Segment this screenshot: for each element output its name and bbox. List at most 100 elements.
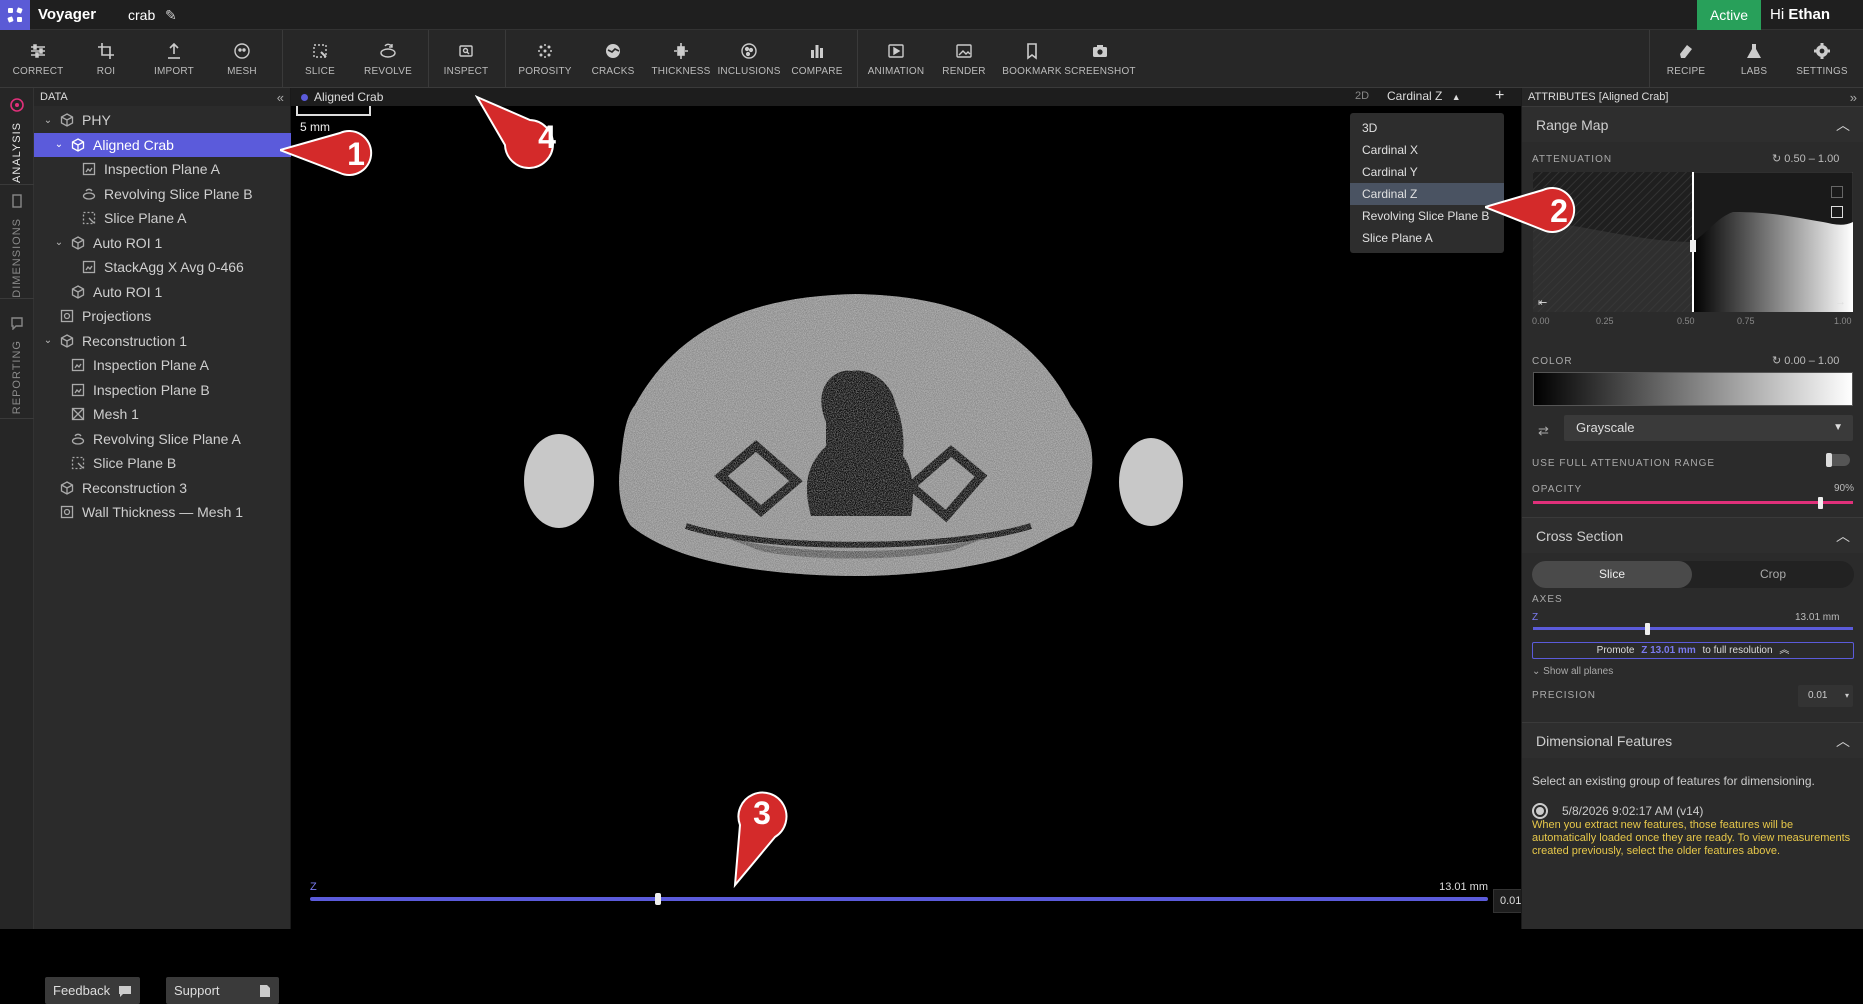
chevron-down-icon[interactable]: ⌄ <box>53 237 65 248</box>
add-view-icon[interactable]: + <box>1495 87 1504 105</box>
radio-selected-icon[interactable] <box>1532 803 1548 819</box>
rail-dimensions[interactable]: DIMENSIONS <box>0 194 34 298</box>
recipe-button[interactable]: RECIPE <box>1652 30 1720 88</box>
project-name[interactable]: crab <box>128 7 155 23</box>
correct-button[interactable]: CORRECT <box>4 30 72 88</box>
arrow-right-icon[interactable]: → <box>1835 296 1846 308</box>
colormap-select[interactable]: Grayscale ▼ <box>1564 415 1853 441</box>
animation-button[interactable]: ANIMATION <box>862 30 930 88</box>
cross-section-section-header[interactable]: Cross Section ︿ <box>1522 517 1863 553</box>
user-greeting[interactable]: Hi Ethan <box>1770 6 1830 23</box>
reset-icon[interactable]: ↻ <box>1772 153 1781 165</box>
opacity-thumb[interactable] <box>1818 497 1823 509</box>
axis-slider[interactable] <box>1533 623 1853 635</box>
tree-item[interactable]: ⌄ Aligned Crab <box>34 132 291 157</box>
edit-pencil-icon[interactable]: ✎ <box>165 7 177 24</box>
compare-button[interactable]: COMPARE <box>783 30 851 88</box>
view-option-cardinal-z[interactable]: Cardinal Z <box>1350 183 1504 205</box>
colormap-gradient[interactable] <box>1533 372 1853 406</box>
tree-item[interactable]: Reconstruction 3 <box>34 476 291 500</box>
tree-item[interactable]: Inspection Plane A <box>34 353 291 377</box>
histogram-scale-icon[interactable] <box>1831 206 1843 218</box>
tree-item[interactable]: Revolving Slice Plane A <box>34 427 291 451</box>
tree-item[interactable]: Auto ROI 1 <box>34 280 291 304</box>
full-range-toggle[interactable] <box>1826 453 1850 467</box>
precision-select[interactable]: 0.01 ▾ <box>1798 685 1853 707</box>
collapse-right-icon[interactable]: » <box>1850 90 1857 105</box>
view-option-revolving-slice-plane-b[interactable]: Revolving Slice Plane B <box>1350 205 1504 227</box>
show-all-planes-link[interactable]: ⌄ Show all planes <box>1532 666 1613 677</box>
settings-button[interactable]: SETTINGS <box>1788 30 1856 88</box>
tree-item[interactable]: StackAgg X Avg 0-466 <box>34 255 291 279</box>
inspect-button[interactable]: INSPECT <box>432 30 500 88</box>
arrow-left-end-icon[interactable]: ⇤ <box>1538 296 1547 309</box>
caret-up-icon: ▲ <box>1451 92 1461 102</box>
toolbar-divider <box>428 30 429 88</box>
swap-icon[interactable]: ⇄ <box>1538 423 1549 439</box>
revolve-button[interactable]: REVOLVE <box>354 30 422 88</box>
slice-button[interactable]: SLICE <box>286 30 354 88</box>
dimensional-features-section-header[interactable]: Dimensional Features ︿ <box>1522 722 1863 758</box>
tab-slice-label: Slice <box>1598 567 1625 581</box>
tab-slice[interactable]: Slice <box>1532 561 1692 588</box>
histogram-toggle-icon[interactable] <box>1831 186 1843 198</box>
chevron-down-icon[interactable]: ⌄ <box>42 335 54 346</box>
precision-label: PRECISION <box>1532 690 1597 701</box>
app-logo-icon[interactable] <box>0 0 30 30</box>
inclusions-button[interactable]: INCLUSIONS <box>715 30 783 88</box>
rail-reporting[interactable]: REPORTING <box>0 316 34 414</box>
mesh-button[interactable]: MESH <box>208 30 276 88</box>
view-option-cardinal-x[interactable]: Cardinal X <box>1350 139 1504 161</box>
support-button[interactable]: Support <box>166 977 279 1004</box>
chevron-up-icon: ︿ <box>1836 527 1850 544</box>
bookmark-label: BOOKMARK <box>1002 65 1062 77</box>
collapse-left-icon[interactable]: « <box>277 90 284 105</box>
cracks-icon <box>606 43 620 58</box>
porosity-button[interactable]: POROSITY <box>511 30 579 88</box>
opacity-slider[interactable] <box>1533 497 1853 509</box>
chevron-down-icon[interactable]: ⌄ <box>42 115 54 126</box>
z-slider-thumb[interactable] <box>654 893 661 905</box>
promote-button[interactable]: Promote Z 13.01 mm to full resolution ︽ <box>1532 642 1854 659</box>
tree-item[interactable]: Revolving Slice Plane B <box>34 182 291 206</box>
tree-item[interactable]: Mesh 1 <box>34 402 291 426</box>
porosity-label: POROSITY <box>518 65 572 77</box>
viewport-2d[interactable]: 5 mm 3D Cardinal X Cardinal Y Cardinal Z… <box>291 106 1547 929</box>
tree-item[interactable]: ⌄ Reconstruction 1 <box>34 329 291 353</box>
tree-item[interactable]: Inspection Plane A <box>34 157 291 181</box>
reset-icon[interactable]: ↻ <box>1772 355 1781 367</box>
chevron-down-icon[interactable]: ⌄ <box>53 139 65 150</box>
screenshot-button[interactable]: SCREENSHOT <box>1064 30 1136 88</box>
rail-divider <box>0 418 34 419</box>
view-selector[interactable]: Cardinal Z ▲ <box>1387 89 1461 103</box>
tree-item[interactable]: Inspection Plane B <box>34 378 291 402</box>
tab-crop[interactable]: Crop <box>1692 561 1854 588</box>
mode-label[interactable]: 2D <box>1355 90 1369 102</box>
view-option-3d[interactable]: 3D <box>1350 117 1504 139</box>
feedback-button[interactable]: Feedback <box>45 977 140 1004</box>
opacity-track <box>1533 501 1853 504</box>
tree-item[interactable]: ⌄ Auto ROI 1 <box>34 231 291 255</box>
thickness-button[interactable]: THICKNESS <box>647 30 715 88</box>
promote-suffix: to full resolution <box>1702 645 1773 656</box>
render-button[interactable]: RENDER <box>930 30 998 88</box>
bookmark-button[interactable]: BOOKMARK <box>998 30 1066 88</box>
import-button[interactable]: IMPORT <box>140 30 208 88</box>
roi-button[interactable]: ROI <box>72 30 140 88</box>
tree-item[interactable]: Slice Plane B <box>34 451 291 475</box>
rail-analysis[interactable]: ANALYSIS <box>0 98 34 183</box>
color-range-text: 0.00 – 1.00 <box>1784 355 1840 367</box>
axis-thumb[interactable] <box>1645 623 1651 635</box>
cracks-button[interactable]: CRACKS <box>579 30 647 88</box>
z-slider-track[interactable] <box>310 897 1488 901</box>
tick-0: 0.00 <box>1532 316 1550 326</box>
labs-button[interactable]: LABS <box>1720 30 1788 88</box>
range-map-section-header[interactable]: Range Map ︿ <box>1522 106 1863 142</box>
tree-item[interactable]: Projections <box>34 304 291 328</box>
view-option-slice-plane-a[interactable]: Slice Plane A <box>1350 227 1504 249</box>
view-option-cardinal-y[interactable]: Cardinal Y <box>1350 161 1504 183</box>
tree-item[interactable]: Slice Plane A <box>34 206 291 230</box>
tree-item[interactable]: ⌄ PHY <box>34 108 291 132</box>
tree-item[interactable]: Wall Thickness — Mesh 1 <box>34 500 291 524</box>
axis-value: 13.01 mm <box>1795 612 1840 623</box>
